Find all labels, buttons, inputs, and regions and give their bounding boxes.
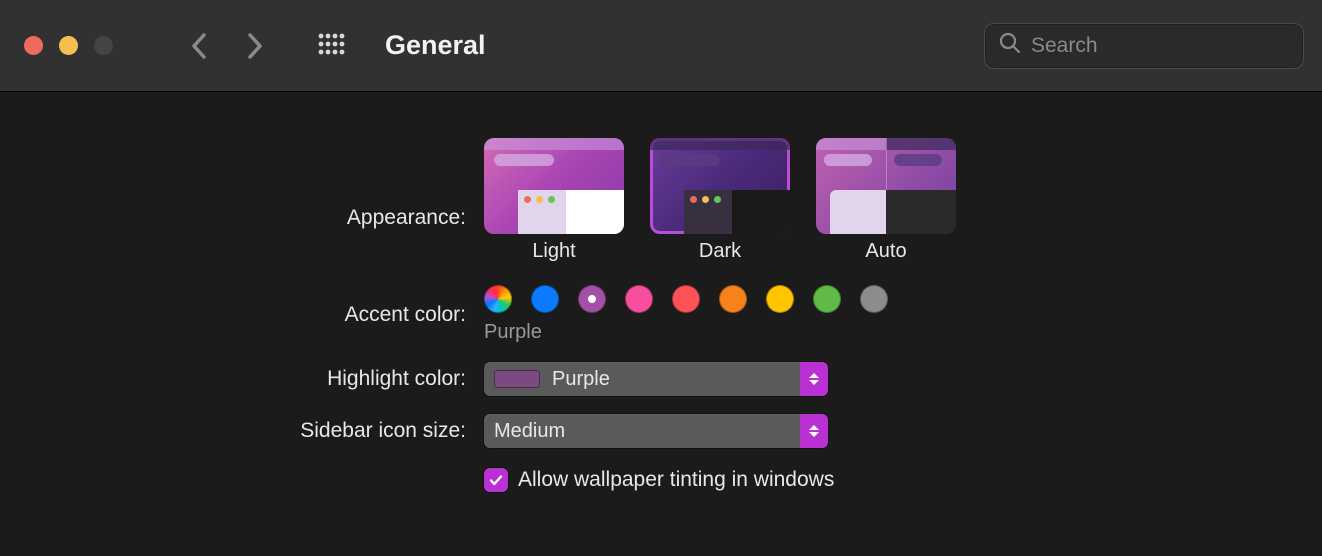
toolbar: General [0,0,1322,92]
sidebar-icon-value: Medium [494,420,565,443]
accent-blue[interactable] [531,285,559,313]
highlight-swatch [494,370,540,388]
appearance-thumb-dark [650,138,790,234]
sidebar-icon-size-popup[interactable]: Medium [484,414,828,448]
appearance-caption-auto: Auto [865,240,906,263]
appearance-label: Appearance: [0,138,484,230]
accent-orange[interactable] [719,285,747,313]
popup-stepper-icon [800,362,828,396]
row-sidebar-icon-size: Sidebar icon size: Medium [0,414,1322,448]
appearance-caption-dark: Dark [699,240,741,263]
page-title: General [385,30,486,61]
wallpaper-tint-label: Allow wallpaper tinting in windows [518,468,834,492]
search-field[interactable] [984,23,1304,69]
appearance-caption-light: Light [532,240,575,263]
highlight-color-popup[interactable]: Purple [484,362,828,396]
row-appearance: Appearance: Light Dark [0,138,1322,263]
appearance-thumb-light [484,138,624,234]
row-wallpaper-tint: Allow wallpaper tinting in windows [0,466,1322,492]
forward-button[interactable] [247,33,263,59]
appearance-option-dark[interactable]: Dark [650,138,790,263]
appearance-option-auto[interactable]: Auto [816,138,956,263]
row-highlight-color: Highlight color: Purple [0,362,1322,396]
accent-yellow[interactable] [766,285,794,313]
navigation-arrows [191,33,263,59]
wallpaper-tint-checkbox[interactable] [484,468,508,492]
accent-green[interactable] [813,285,841,313]
highlight-value: Purple [552,368,610,391]
accent-purple[interactable] [578,285,606,313]
show-all-icon[interactable] [317,32,345,60]
zoom-button[interactable] [94,36,113,55]
window-controls [24,36,113,55]
form-area: Appearance: Light Dark [0,92,1322,492]
accent-color-swatches [484,285,888,313]
accent-graphite[interactable] [860,285,888,313]
accent-multicolor[interactable] [484,285,512,313]
search-input[interactable] [1031,34,1302,58]
accent-selected-name: Purple [484,321,888,344]
appearance-thumb-auto [816,138,956,234]
accent-pink[interactable] [625,285,653,313]
minimize-button[interactable] [59,36,78,55]
popup-stepper-icon [800,414,828,448]
back-button[interactable] [191,33,207,59]
row-accent-color: Accent color: Purple [0,285,1322,344]
appearance-option-light[interactable]: Light [484,138,624,263]
appearance-options: Light Dark [484,138,956,263]
close-button[interactable] [24,36,43,55]
accent-label: Accent color: [0,303,484,327]
sidebar-icon-label: Sidebar icon size: [0,419,484,443]
search-icon [999,32,1021,60]
highlight-label: Highlight color: [0,367,484,391]
accent-red[interactable] [672,285,700,313]
